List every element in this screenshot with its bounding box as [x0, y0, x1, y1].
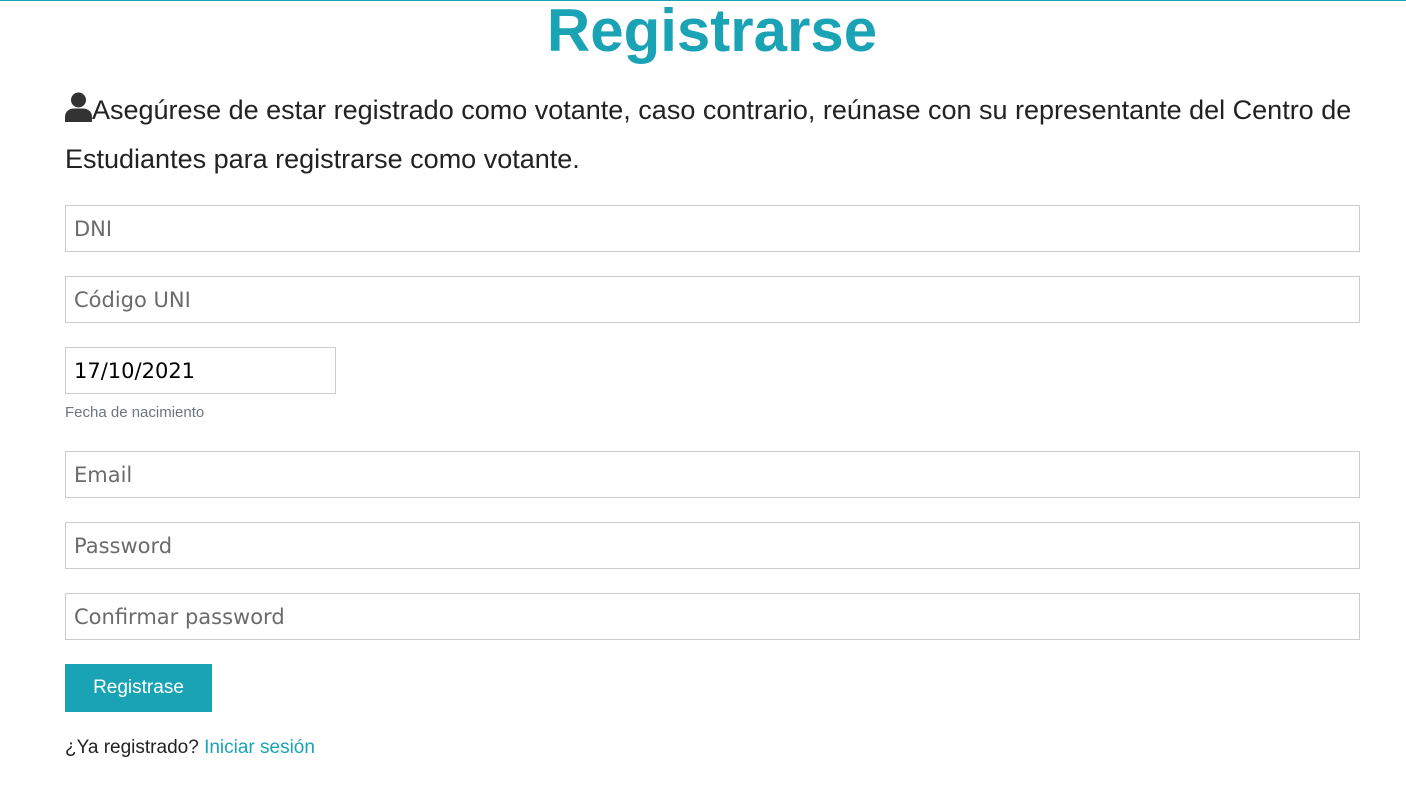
confirm-password-field[interactable] [65, 593, 1360, 640]
voter-notice: Asegúrese de estar registrado como votan… [65, 86, 1365, 184]
birthdate-field[interactable] [65, 347, 336, 394]
register-button[interactable]: Registrase [65, 664, 212, 712]
password-field[interactable] [65, 522, 1360, 569]
login-link[interactable]: Iniciar sesión [204, 737, 315, 758]
page-title: Registrarse [546, 0, 878, 64]
notice-text: Asegúrese de estar registrado como votan… [65, 95, 1352, 174]
codigo-uni-field[interactable] [65, 276, 1360, 323]
dni-field[interactable] [65, 205, 1360, 252]
login-prompt: ¿Ya registrado? Iniciar sesión [65, 737, 315, 759]
email-field[interactable] [65, 451, 1360, 498]
user-icon [65, 92, 92, 122]
login-prompt-text: ¿Ya registrado? [65, 737, 199, 758]
birthdate-help-text: Fecha de nacimiento [65, 404, 205, 421]
